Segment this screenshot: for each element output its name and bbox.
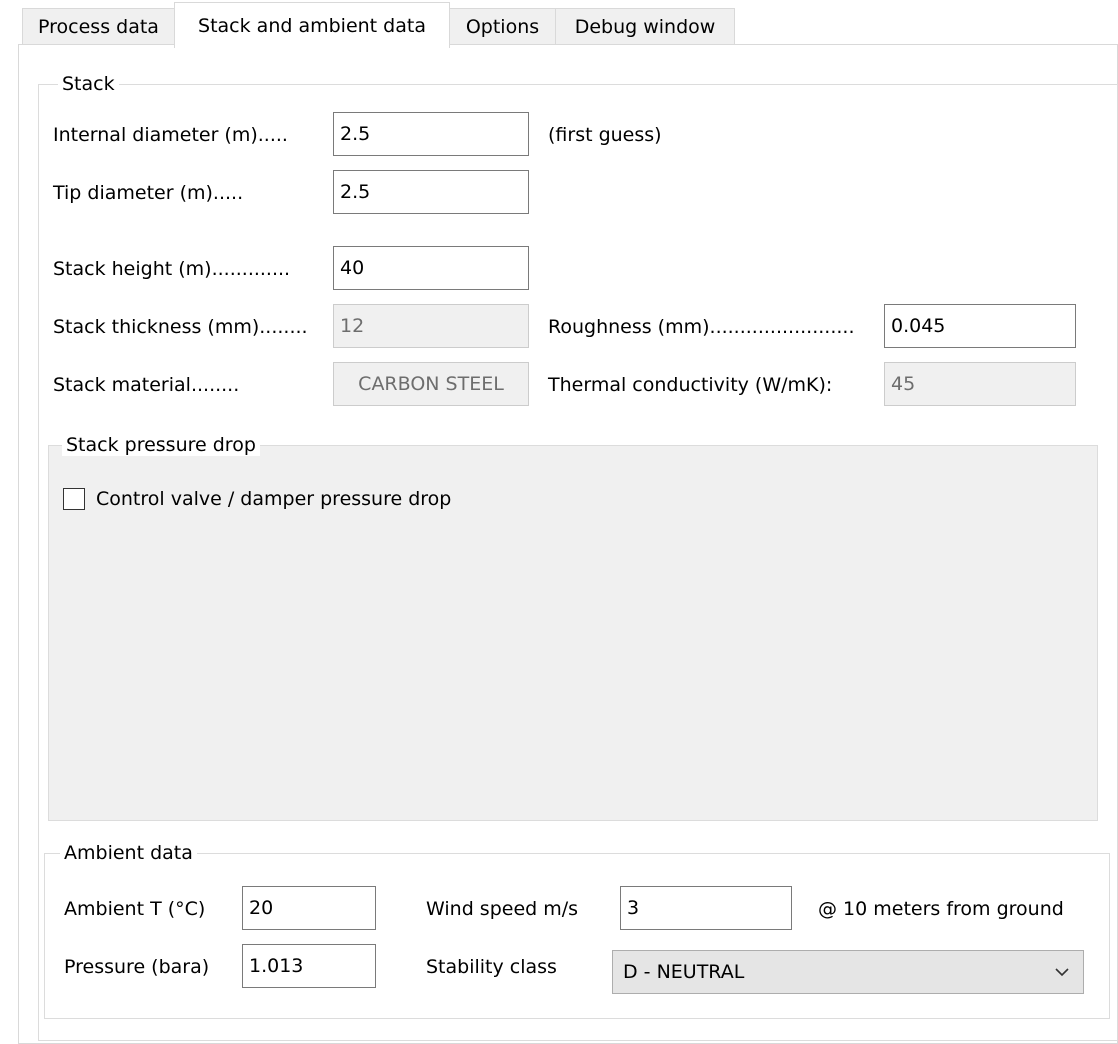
tab-debug-window[interactable]: Debug window bbox=[555, 8, 735, 45]
ambient-data-group bbox=[44, 853, 1110, 1019]
chevron-down-icon bbox=[1053, 963, 1071, 981]
tip-diameter-label: Tip diameter (m)..... bbox=[53, 182, 244, 204]
stability-class-select[interactable]: D - NEUTRAL bbox=[612, 950, 1084, 994]
stack-height-label: Stack height (m)............. bbox=[53, 258, 291, 280]
internal-diameter-input[interactable]: 2.5 bbox=[333, 112, 529, 156]
roughness-input[interactable]: 0.045 bbox=[884, 304, 1076, 348]
tab-stack-and-ambient-data-label: Stack and ambient data bbox=[198, 14, 426, 37]
stack-group-title: Stack bbox=[58, 73, 119, 95]
stack-pressure-drop-title: Stack pressure drop bbox=[62, 434, 260, 456]
ambient-t-input[interactable]: 20 bbox=[242, 886, 376, 930]
ambient-t-label: Ambient T (°C) bbox=[64, 898, 206, 920]
pressure-input[interactable]: 1.013 bbox=[242, 944, 376, 988]
roughness-label: Roughness (mm)........................ bbox=[548, 316, 855, 338]
control-valve-label[interactable]: Control valve / damper pressure drop bbox=[96, 488, 451, 510]
tab-options[interactable]: Options bbox=[449, 8, 556, 45]
stack-material-label: Stack material........ bbox=[53, 374, 240, 396]
stack-height-input[interactable]: 40 bbox=[333, 246, 529, 290]
tab-process-data[interactable]: Process data bbox=[22, 8, 175, 45]
tip-diameter-input[interactable]: 2.5 bbox=[333, 170, 529, 214]
stack-thickness-label: Stack thickness (mm)........ bbox=[53, 316, 308, 338]
stability-class-value: D - NEUTRAL bbox=[623, 961, 745, 983]
tab-options-label: Options bbox=[465, 16, 540, 38]
stability-class-label: Stability class bbox=[426, 956, 557, 978]
wind-speed-label: Wind speed m/s bbox=[426, 898, 579, 920]
stack-thickness-input: 12 bbox=[333, 304, 529, 348]
ambient-data-title: Ambient data bbox=[60, 842, 197, 864]
thermal-conductivity-label: Thermal conductivity (W/mK): bbox=[548, 374, 833, 396]
wind-speed-input[interactable]: 3 bbox=[620, 886, 792, 930]
first-guess-note: (first guess) bbox=[548, 124, 662, 146]
stack-material-input: CARBON STEEL bbox=[333, 362, 529, 406]
tab-process-data-label: Process data bbox=[38, 16, 159, 38]
thermal-conductivity-input: 45 bbox=[884, 362, 1076, 406]
tab-debug-window-label: Debug window bbox=[574, 16, 716, 38]
control-valve-checkbox[interactable] bbox=[63, 488, 85, 510]
wind-height-note: @ 10 meters from ground bbox=[818, 898, 1064, 920]
tab-stack-and-ambient-data[interactable]: Stack and ambient data bbox=[174, 2, 450, 48]
pressure-label: Pressure (bara) bbox=[64, 956, 210, 978]
internal-diameter-label: Internal diameter (m)..... bbox=[53, 124, 288, 146]
